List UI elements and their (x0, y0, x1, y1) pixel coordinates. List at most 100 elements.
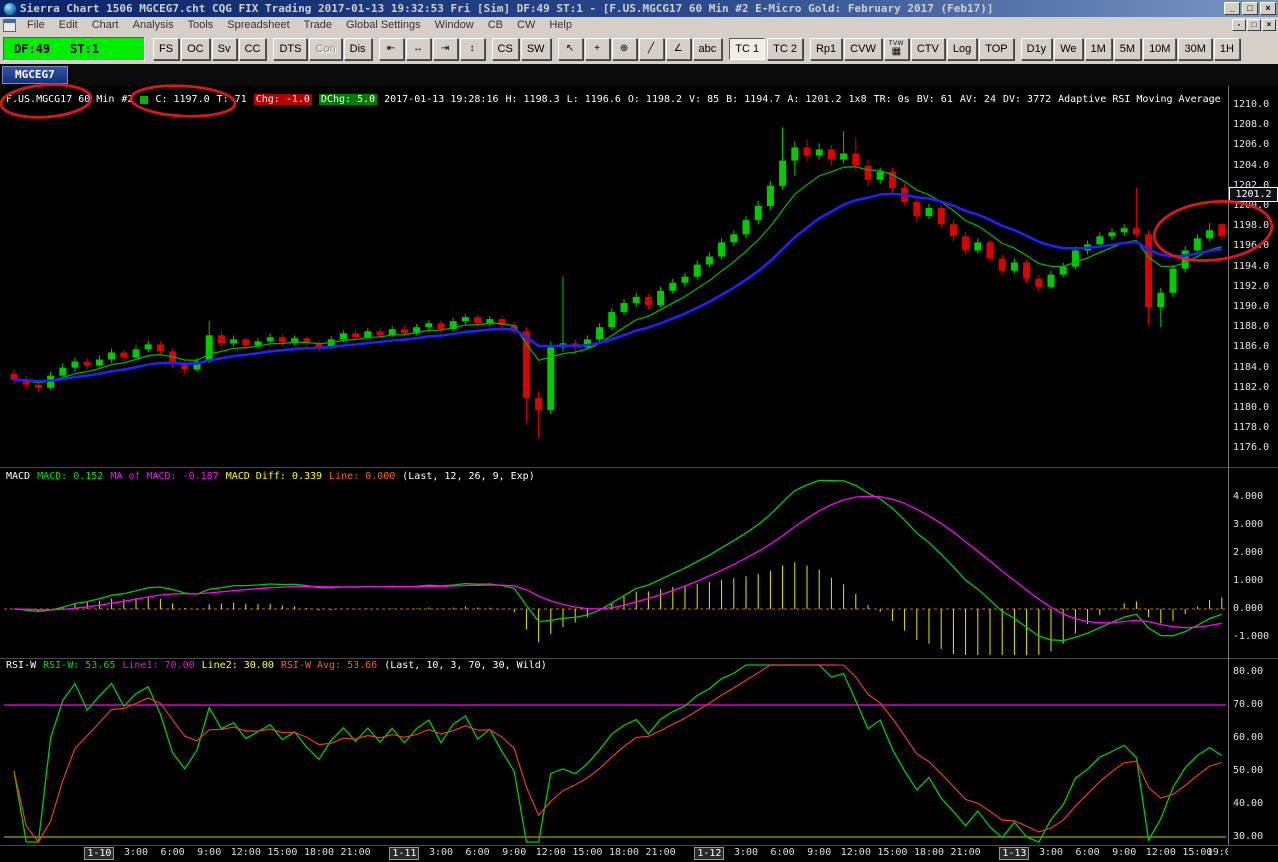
open: O: 1198.2 (627, 94, 683, 105)
time-remaining: TR: 0s (873, 94, 910, 105)
macd-title: MACD (6, 471, 31, 482)
macd-diff-value: MACD Diff: 0.339 (225, 471, 323, 482)
rsi-title: RSI-W (6, 660, 37, 671)
time-label: 12:00 (840, 847, 871, 858)
scale-label: 2.000 (1233, 547, 1264, 558)
bid-volume: BV: 61 (916, 94, 953, 105)
scale-label: 80.00 (1233, 666, 1264, 677)
time-label: 15:00 (877, 847, 908, 858)
scale-label: 1190.0 (1233, 301, 1270, 312)
scale-label: 4.000 (1233, 491, 1264, 502)
scale-label: 1.000 (1233, 575, 1264, 586)
panel-divider[interactable] (0, 658, 1278, 659)
time-label: 9:00 (807, 847, 832, 858)
moving-averages (13, 166, 1222, 384)
time-label: 12:00 (535, 847, 566, 858)
daily-volume: DV: 3772 (1002, 94, 1052, 105)
date-label: 1-11 (389, 847, 420, 860)
time-label: 6:00 (465, 847, 490, 858)
scale-label: -1.000 (1233, 631, 1270, 642)
scale-label: 1210.0 (1233, 99, 1270, 110)
low: L: 1196.6 (566, 94, 621, 105)
macd-value: MACD: 0.152 (37, 471, 104, 482)
scale-label: 70.00 (1233, 699, 1264, 710)
volume: V: 85 (689, 94, 720, 105)
rsi-line1-value: Line1: 70.00 (122, 660, 195, 671)
time-label: 18:00 (303, 847, 335, 858)
bid: B: 1194.7 (726, 94, 781, 105)
scale-label: 1192.0 (1233, 280, 1270, 292)
chart-canvas[interactable] (0, 0, 1278, 862)
rsi-study (4, 664, 1226, 844)
high: H: 1198.3 (505, 94, 560, 105)
rsi-avg-value: RSI-W Avg: 53.66 (280, 660, 378, 671)
bar-datetime: 2017-01-13 19:28:16 (384, 94, 499, 105)
time-label: 15:00 (572, 847, 603, 858)
time-label: 21:00 (950, 847, 981, 858)
date-label: 1-13 (999, 847, 1030, 860)
close-color-swatch (140, 95, 149, 104)
panel-divider[interactable] (0, 467, 1278, 468)
time-label: 9:00 (502, 847, 527, 858)
time-label: 15:00 (267, 847, 298, 858)
date-label: 1-12 (694, 847, 725, 860)
macd-params: (Last, 12, 26, 9, Exp) (402, 471, 535, 482)
chart-number: #2 (121, 94, 134, 105)
time-label: 9:00 (197, 847, 222, 858)
scale-label: 1186.0 (1233, 341, 1270, 353)
scale-label: 60.00 (1233, 732, 1264, 743)
scale-label: 0.000 (1233, 603, 1264, 614)
ask-volume: AV: 24 (959, 94, 996, 105)
bid-ask-size: 1x8 (848, 94, 867, 105)
symbol-timeframe: F.US.MGCG17 60 Min (6, 94, 115, 105)
rsi-params: (Last, 10, 3, 70, 30, Wild) (384, 660, 547, 671)
scale-label: 1194.0 (1233, 260, 1270, 272)
macd-panel-header: MACD MACD: 0.152 MA of MACD: -0.187 MACD Di… (6, 471, 1224, 482)
time-label: 19:00 (1206, 847, 1228, 858)
daily-change: DChg: 5.0 (318, 94, 378, 105)
time-label: 18:00 (608, 847, 640, 858)
study-name: Adaptive RSI Moving Average With (1058, 94, 1221, 105)
time-axis[interactable]: 1-10 3:00 6:00 9:00 12:00 15:00 18:00 21:00 1-11… (0, 845, 1228, 862)
time-label: 6:00 (160, 847, 185, 858)
macd-study (4, 479, 1226, 655)
macd-signal-value: MA of MACD: -0.187 (110, 471, 219, 482)
time-label: 6:00 (1075, 847, 1100, 858)
time-label: 21:00 (645, 847, 676, 858)
trades: T: 71 (216, 94, 247, 105)
ask: A: 1201.2 (787, 94, 842, 105)
time-label: 12:00 (230, 847, 261, 858)
scale-label: 1182.0 (1233, 381, 1270, 393)
scale-label: 1208.0 (1233, 119, 1270, 131)
time-label: 12:00 (1145, 847, 1176, 858)
scale-label: 3.000 (1233, 519, 1264, 530)
time-label: 3:00 (123, 847, 149, 858)
scale-label: 1184.0 (1233, 361, 1270, 373)
scale-label: 1176.0 (1233, 442, 1270, 454)
scale-label: 40.00 (1233, 798, 1264, 809)
time-label: 3:00 (733, 847, 759, 858)
rsi-value: RSI-W: 53.65 (43, 660, 116, 671)
time-label: 3:00 (428, 847, 454, 858)
scale-label: 1178.0 (1233, 422, 1270, 434)
last-price-marker: 1201.2 (1229, 186, 1278, 202)
scale-label: 50.00 (1233, 765, 1264, 776)
scale-label: 1198.0 (1233, 220, 1270, 232)
scale-label: 1206.0 (1233, 139, 1270, 151)
scale-label: 1188.0 (1233, 321, 1270, 333)
scale-label: 1196.0 (1233, 240, 1270, 252)
scale-label: 1204.0 (1233, 159, 1270, 171)
time-label: 21:00 (340, 847, 371, 858)
price-panel-header: F.US.MGCG17 60 Min #2 C: 1197.0 T: 71 Chg: -… (6, 94, 1224, 105)
time-label: 9:00 (1112, 847, 1137, 858)
last-close: C: 1197.0 (155, 94, 210, 105)
rsi-line2-value: Line2: 30.00 (201, 660, 274, 671)
scale-label: 30.00 (1233, 831, 1264, 842)
time-label: 3:00 (1038, 847, 1064, 858)
rsi-panel-header: RSI-W RSI-W: 53.65 Line1: 70.00 Line2: 30.0… (6, 660, 1224, 671)
scale-label: 1180.0 (1233, 402, 1270, 413)
time-label: 6:00 (770, 847, 795, 858)
macd-zero-line-value: Line: 0.000 (329, 471, 396, 482)
date-label: 1-10 (84, 847, 115, 860)
change: Chg: -1.0 (253, 94, 312, 105)
